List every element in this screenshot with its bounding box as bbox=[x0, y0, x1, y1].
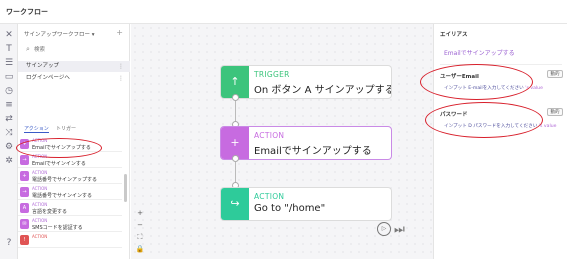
workflow-selector[interactable]: サインアップワークフロー ▾ bbox=[24, 30, 95, 38]
flow-icon[interactable]: ⇄ bbox=[4, 114, 14, 124]
password-field-value[interactable]: インプット D パスワードを入力してください 's value bbox=[444, 123, 556, 129]
email-field-value[interactable]: インプット E-mailを入力してください 's value bbox=[444, 85, 543, 91]
shuffle-icon[interactable]: ⤨ bbox=[4, 128, 14, 138]
workflow-item-label: サインアップ bbox=[26, 63, 60, 69]
panel-heading: エイリアス bbox=[440, 32, 468, 38]
dynamic-button[interactable]: 動的 bbox=[547, 70, 563, 78]
action-item[interactable]: → ACTION Emailでサインインする bbox=[18, 153, 122, 168]
database-icon[interactable]: ≡ bbox=[4, 100, 14, 110]
divider bbox=[440, 64, 562, 65]
action-kind: ACTION bbox=[32, 234, 48, 239]
workflow-panel: サインアップワークフロー ▾ + ⌕ サインアップ ⋮ ログインページへ ⋮ ア… bbox=[18, 24, 130, 259]
action-item[interactable]: A ACTION 言語を変更する bbox=[18, 201, 122, 216]
text-icon[interactable]: T bbox=[4, 44, 14, 54]
action-kind: ACTION bbox=[32, 186, 48, 191]
action-kind: ACTION bbox=[32, 170, 48, 175]
list-icon[interactable]: ☰ bbox=[4, 58, 14, 68]
tab-trigger[interactable]: トリガー bbox=[56, 125, 76, 132]
action-name: Emailでサインインする bbox=[32, 161, 86, 167]
email-field-label: ユーザーEmail bbox=[440, 74, 479, 80]
value-suffix: 's value bbox=[525, 86, 543, 91]
sms-icon: ✉ bbox=[20, 219, 29, 229]
clock-icon[interactable]: ◷ bbox=[4, 86, 14, 96]
play-button[interactable]: ▷ bbox=[377, 222, 391, 236]
display-icon[interactable]: ▭ bbox=[4, 72, 14, 82]
action-node[interactable]: + ACTION Emailでサインアップする bbox=[221, 127, 391, 159]
properties-panel: エイリアス Emailでサインアップする ユーザーEmail 動的 インプット … bbox=[433, 24, 567, 259]
zoom-controls: + − ⛶ 🔒 bbox=[135, 209, 145, 257]
close-icon[interactable]: ✕ bbox=[4, 30, 14, 40]
login-icon: → bbox=[20, 187, 29, 197]
value-suffix: 's value bbox=[538, 124, 557, 129]
navigate-node[interactable]: ↪ ACTION Go to "/home" bbox=[221, 188, 391, 220]
node-kind: ACTION bbox=[254, 131, 285, 140]
workflow-canvas[interactable]: ↑ TRIGGER On ボタン A サインアップする click + ACTI… bbox=[131, 24, 433, 259]
action-name: 言語を変更する bbox=[32, 209, 68, 215]
more-icon[interactable]: ⋮ bbox=[118, 61, 124, 72]
connector-dot[interactable] bbox=[232, 155, 239, 162]
action-name: Emailでサインアップする bbox=[32, 145, 91, 151]
search-input[interactable] bbox=[34, 44, 122, 56]
action-item[interactable]: + ACTION 電話番号でサインアップする bbox=[18, 169, 122, 184]
alert-icon: ! bbox=[20, 235, 29, 245]
dynamic-button[interactable]: 動的 bbox=[547, 108, 563, 116]
node-text: On ボタン A サインアップする click bbox=[254, 85, 391, 96]
action-item[interactable]: ! ACTION bbox=[18, 233, 122, 248]
user-plus-icon: + bbox=[20, 139, 29, 149]
action-item[interactable]: ✉ ACTION SMSコードを認証する bbox=[18, 217, 122, 232]
lock-icon[interactable]: 🔒 bbox=[135, 245, 145, 257]
node-kind: TRIGGER bbox=[254, 70, 290, 79]
password-field-label: パスワード bbox=[440, 112, 468, 118]
more-icon[interactable]: ⋮ bbox=[118, 73, 124, 84]
action-tabs: アクション トリガー bbox=[18, 125, 130, 135]
action-kind: ACTION bbox=[32, 138, 48, 143]
workflow-item[interactable]: サインアップ ⋮ bbox=[18, 61, 130, 72]
search-box: ⌕ bbox=[24, 44, 124, 56]
skip-icon[interactable]: ⏭ bbox=[394, 222, 405, 236]
help-icon[interactable]: ? bbox=[4, 238, 14, 248]
action-name: 電話番号でサインアップする bbox=[32, 177, 98, 183]
redirect-icon: ↪ bbox=[230, 197, 240, 210]
navigate-side: ↪ bbox=[221, 188, 249, 220]
user-plus-icon: + bbox=[20, 171, 29, 181]
action-name: 電話番号でサインインする bbox=[32, 193, 93, 199]
value-source: インプット E-mailを入力してください bbox=[444, 86, 524, 91]
zoom-in-button[interactable]: + bbox=[135, 209, 145, 221]
gear-icon[interactable]: ✲ bbox=[4, 156, 14, 166]
fit-view-button[interactable]: ⛶ bbox=[135, 233, 145, 245]
zoom-out-button[interactable]: − bbox=[135, 221, 145, 233]
scrollbar[interactable] bbox=[124, 174, 127, 202]
workflow-item[interactable]: ログインページへ ⋮ bbox=[18, 73, 130, 84]
node-kind: ACTION bbox=[254, 192, 285, 201]
login-icon: → bbox=[20, 155, 29, 165]
action-item[interactable]: → ACTION 電話番号でサインインする bbox=[18, 185, 122, 200]
action-list: + ACTION Emailでサインアップする → ACTION Emailでサ… bbox=[18, 137, 130, 259]
node-text: Go to "/home" bbox=[254, 203, 326, 214]
node-text: Emailでサインアップする bbox=[254, 146, 372, 157]
trigger-node[interactable]: ↑ TRIGGER On ボタン A サインアップする click bbox=[221, 66, 391, 98]
top-bar: ワークフロー bbox=[0, 0, 567, 24]
alias-field[interactable]: Emailでサインアップする bbox=[444, 48, 515, 57]
add-workflow-button[interactable]: + bbox=[116, 28, 123, 37]
action-kind: ACTION bbox=[32, 218, 48, 223]
connector-dot[interactable] bbox=[232, 94, 239, 101]
value-source: インプット D パスワードを入力してください bbox=[444, 124, 538, 129]
tab-action[interactable]: アクション bbox=[24, 125, 49, 133]
icon-rail: ✕ T ☰ ▭ ◷ ≡ ⇄ ⤨ ⚙ ✲ ? bbox=[0, 24, 18, 259]
action-kind: ACTION bbox=[32, 154, 48, 159]
action-name: SMSコードを認証する bbox=[32, 225, 83, 231]
action-item[interactable]: + ACTION Emailでサインアップする bbox=[18, 137, 122, 152]
action-kind: ACTION bbox=[32, 202, 48, 207]
search-icon: ⌕ bbox=[26, 45, 30, 53]
settings-icon[interactable]: ⚙ bbox=[4, 142, 14, 152]
page-title: ワークフロー bbox=[6, 8, 48, 16]
language-icon: A bbox=[20, 203, 29, 213]
workflow-item-label: ログインページへ bbox=[26, 75, 70, 81]
